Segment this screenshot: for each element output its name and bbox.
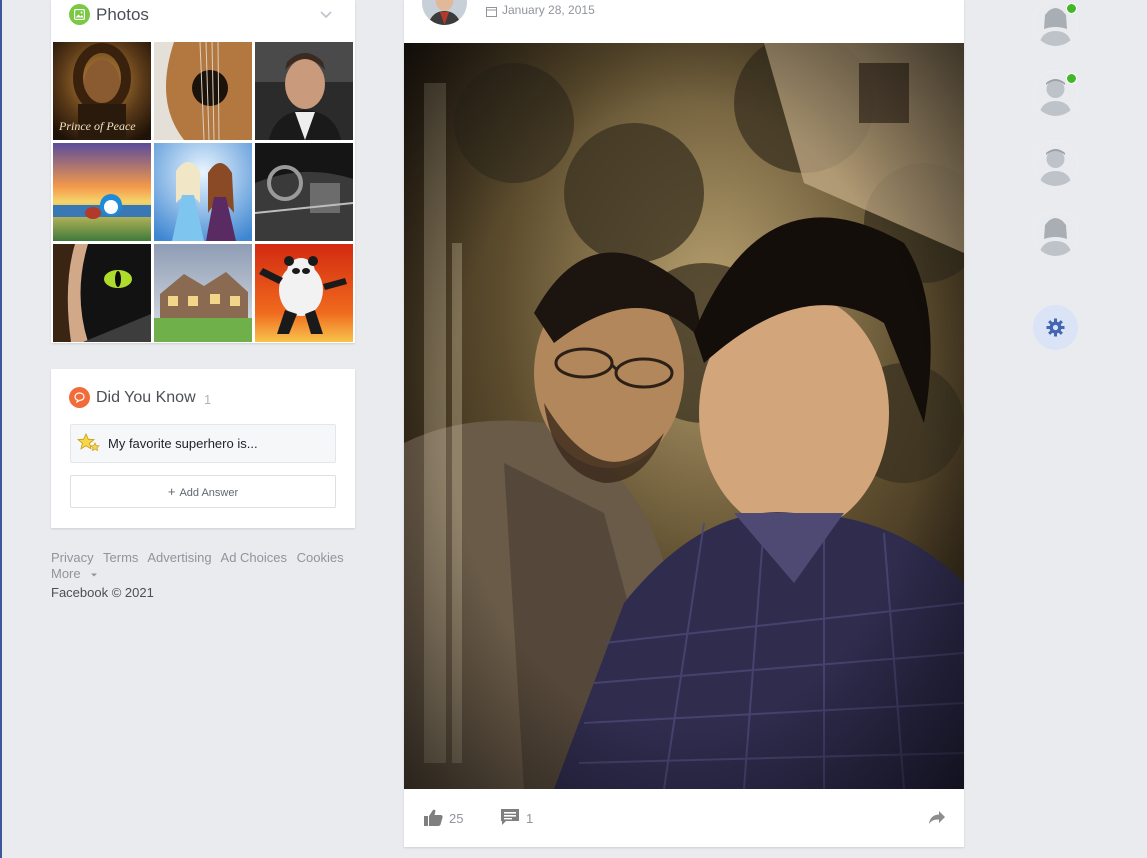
friend-avatar-4[interactable] [1033, 211, 1078, 256]
window-edge [0, 0, 2, 858]
photo-thumb-house[interactable] [154, 244, 252, 342]
question-prompt[interactable]: My favorite superhero is... [70, 424, 336, 463]
photo-thumb-dragon-eye[interactable] [53, 244, 151, 342]
footer-link-terms[interactable]: Terms [103, 550, 138, 565]
chat-settings-button[interactable] [1033, 305, 1078, 350]
photo-thumb-kung-fu-panda[interactable] [255, 244, 353, 342]
did-you-know-count: 1 [204, 392, 212, 407]
photo-thumb-doraemon-sunset[interactable] [53, 143, 151, 241]
speech-bubble-icon [69, 387, 90, 408]
add-answer-button[interactable]: + Add Answer [70, 475, 336, 508]
post-card: January 28, 2015 25 1 [404, 0, 964, 847]
friend-avatar-3[interactable] [1033, 141, 1078, 186]
stars-icon [76, 432, 101, 459]
footer-link-ad-choices[interactable]: Ad Choices [221, 550, 287, 565]
footer-link-cookies[interactable]: Cookies [297, 550, 344, 565]
add-answer-label: Add Answer [179, 487, 239, 499]
photo-thumb-man-portrait[interactable] [255, 42, 353, 140]
comment-count: 1 [526, 811, 534, 826]
online-indicator [1066, 3, 1077, 14]
chevron-down-icon[interactable] [319, 7, 333, 25]
gear-icon [1046, 318, 1065, 337]
question-text: My favorite superhero is... [108, 436, 258, 451]
photo-thumb-car-interior[interactable] [255, 143, 353, 241]
comment-icon[interactable] [500, 808, 520, 831]
photos-card: Photos Prince of Peace [51, 0, 355, 343]
photo-thumb-prince-of-peace[interactable]: Prince of Peace [53, 42, 151, 140]
footer-links: Privacy Terms Advertising Ad Choices Coo… [51, 550, 351, 582]
calendar-icon [486, 4, 497, 22]
did-you-know-card: Did You Know 1 My favorite superhero is.… [51, 369, 355, 528]
photos-header[interactable]: Photos [51, 0, 355, 42]
caret-down-icon [91, 573, 98, 577]
footer-more-button[interactable]: More [51, 566, 98, 582]
photo-caption: Prince of Peace [59, 119, 136, 133]
online-indicator [1066, 73, 1077, 84]
photo-thumb-guitar[interactable] [154, 42, 252, 140]
did-you-know-title: Did You Know [96, 389, 196, 406]
plus-icon: + [167, 484, 176, 499]
photo-icon [69, 4, 90, 25]
post-author-avatar[interactable] [422, 0, 467, 25]
photos-title: Photos [96, 5, 149, 24]
footer-link-privacy[interactable]: Privacy [51, 550, 94, 565]
like-count: 25 [449, 811, 464, 826]
photo-grid: Prince of Peace [53, 42, 353, 342]
share-icon[interactable] [928, 810, 946, 830]
footer-more-label: More [51, 566, 81, 581]
like-icon[interactable] [424, 809, 443, 831]
photo-thumb-frozen[interactable] [154, 143, 252, 241]
copyright: Facebook © 2021 [51, 585, 154, 600]
post-photo[interactable] [404, 43, 964, 789]
footer-link-advertising[interactable]: Advertising [147, 550, 211, 565]
post-date: January 28, 2015 [502, 3, 595, 17]
post-actions: 25 1 [404, 789, 964, 847]
